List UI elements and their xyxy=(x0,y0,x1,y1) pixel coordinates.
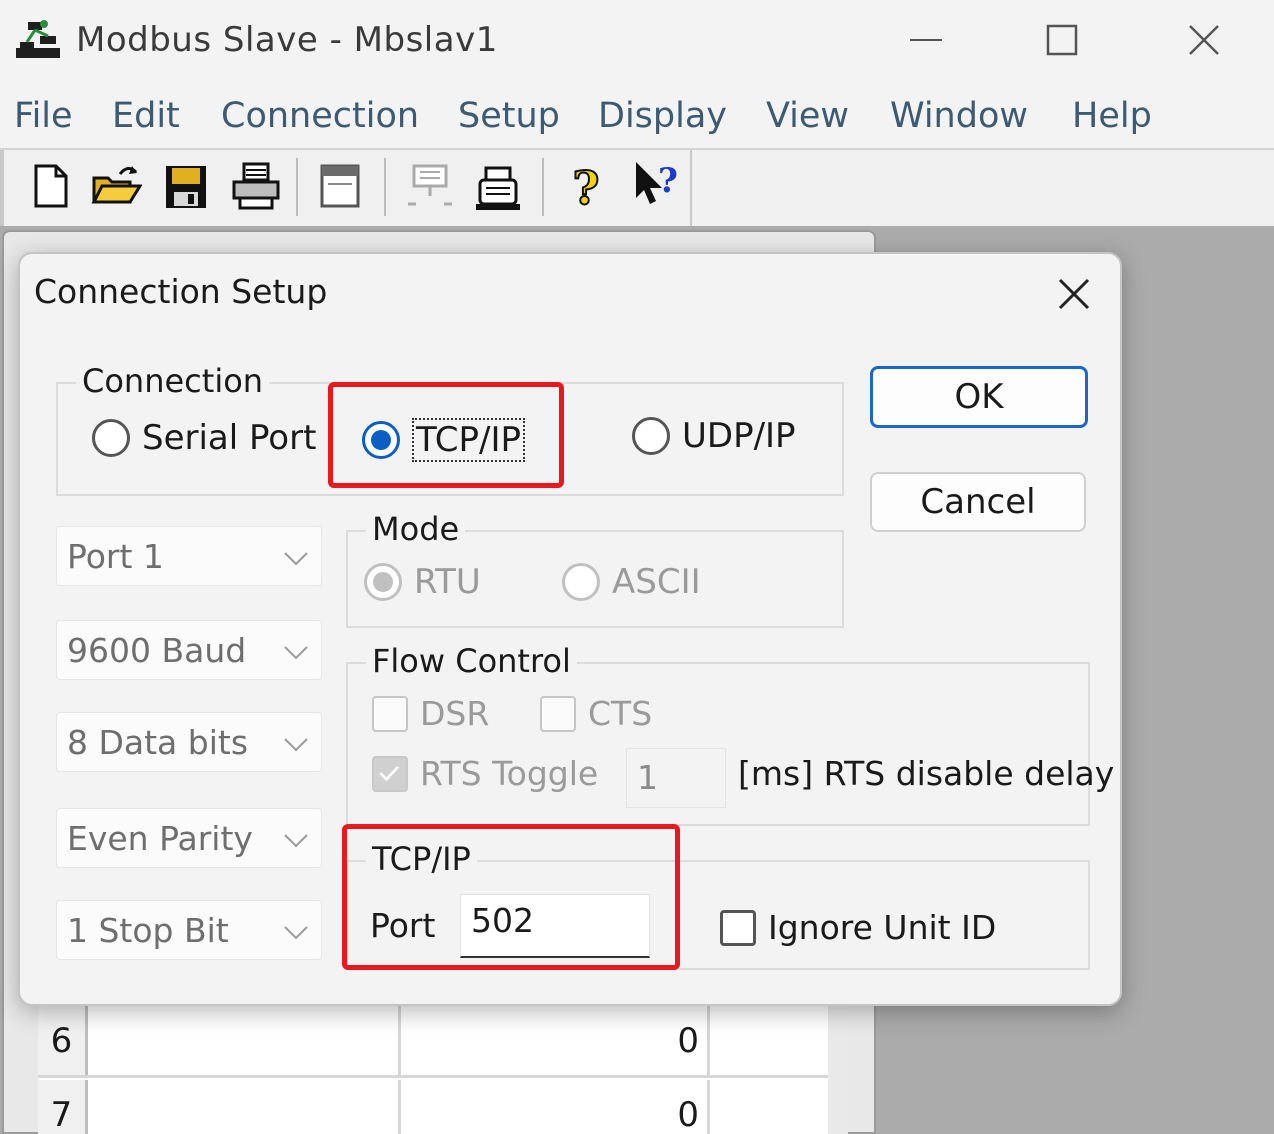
dialog-title: Connection Setup xyxy=(34,272,328,311)
checkbox-label: CTS xyxy=(588,694,653,733)
stop-bits-select[interactable]: 1 Stop Bit xyxy=(56,900,322,960)
new-document-icon[interactable] xyxy=(24,158,76,214)
checkbox-rts-toggle[interactable]: RTS Toggle xyxy=(372,754,598,793)
register-grid: 6 0 7 0 xyxy=(38,1006,848,1134)
menu-window[interactable]: Window xyxy=(890,96,1028,136)
checkbox-label: RTS Toggle xyxy=(420,754,599,793)
help-icon[interactable]: ? xyxy=(560,158,612,214)
radio-button[interactable] xyxy=(632,417,670,455)
table-row[interactable]: 6 0 xyxy=(38,1006,848,1078)
checkbox-cts[interactable]: CTS xyxy=(540,694,652,733)
menu-bar: File Edit Connection Setup Display View … xyxy=(0,84,1274,150)
checkbox-box[interactable] xyxy=(372,695,408,732)
flow-control-group-label: Flow Control xyxy=(366,642,577,680)
data-bits-select[interactable]: 8 Data bits xyxy=(56,712,322,772)
menu-edit[interactable]: Edit xyxy=(112,96,180,136)
row-index: 6 xyxy=(38,1006,88,1075)
menu-connection[interactable]: Connection xyxy=(221,96,419,136)
select-value: Port 1 xyxy=(67,537,164,576)
rts-delay-input[interactable]: 1 xyxy=(626,748,726,808)
radio-button[interactable] xyxy=(562,563,600,601)
radio-label: UDP/IP xyxy=(682,416,796,456)
radio-ascii[interactable]: ASCII xyxy=(562,562,701,602)
svg-text:?: ? xyxy=(573,161,600,214)
checkbox-label: DSR xyxy=(420,694,490,733)
checkbox-box[interactable] xyxy=(540,695,576,732)
menu-help[interactable]: Help xyxy=(1072,96,1152,136)
checkmark-icon xyxy=(379,765,399,781)
parity-select[interactable]: Even Parity xyxy=(56,808,322,868)
toolbar-separator xyxy=(296,158,298,216)
toolbar-separator xyxy=(542,158,544,216)
radio-button[interactable] xyxy=(92,419,130,457)
menu-display[interactable]: Display xyxy=(598,96,727,136)
connection-group-label: Connection xyxy=(76,362,270,400)
cancel-button[interactable]: Cancel xyxy=(870,472,1086,532)
row-index: 7 xyxy=(38,1080,88,1134)
highlight-tcp-ip-port xyxy=(342,824,680,970)
window-icon[interactable] xyxy=(314,158,366,214)
menu-view[interactable]: View xyxy=(766,96,849,136)
disconnect-icon[interactable] xyxy=(472,158,524,214)
highlight-tcp-ip-option xyxy=(328,382,564,488)
toolbar-strip: ? ? xyxy=(0,150,692,226)
select-value: 1 Stop Bit xyxy=(67,911,229,950)
radio-rtu[interactable]: RTU xyxy=(364,562,481,602)
minimize-icon[interactable] xyxy=(896,18,956,62)
row-value[interactable]: 0 xyxy=(398,1006,710,1075)
table-row[interactable]: 7 0 xyxy=(38,1080,848,1134)
mode-group-label: Mode xyxy=(366,510,466,548)
radio-label: Serial Port xyxy=(142,418,317,458)
close-icon[interactable] xyxy=(1174,18,1234,62)
radio-serial-port[interactable]: Serial Port xyxy=(92,418,316,458)
row-value[interactable]: 0 xyxy=(398,1080,710,1134)
connect-icon[interactable] xyxy=(404,158,456,214)
modbus-network-icon xyxy=(16,20,60,58)
radio-label: ASCII xyxy=(612,562,701,602)
chevron-down-icon xyxy=(284,738,308,752)
checkbox-ignore-unit-id[interactable]: Ignore Unit ID xyxy=(720,908,996,947)
menu-setup[interactable]: Setup xyxy=(458,96,560,136)
checkbox-dsr[interactable]: DSR xyxy=(372,694,489,733)
grid-scrollbar[interactable] xyxy=(828,1006,848,1134)
select-value: 9600 Baud xyxy=(67,631,247,670)
connection-setup-dialog: Connection Setup Connection Serial Port … xyxy=(18,252,1122,1006)
chevron-down-icon xyxy=(284,926,308,940)
toolbar-separator xyxy=(384,158,386,216)
context-help-icon[interactable]: ? xyxy=(630,158,682,214)
checkbox-box[interactable] xyxy=(720,909,756,946)
chevron-down-icon xyxy=(284,552,308,566)
radio-button[interactable] xyxy=(364,563,402,601)
chevron-down-icon xyxy=(284,834,308,848)
title-bar: Modbus Slave - Mbslav1 xyxy=(0,0,1274,84)
close-icon[interactable] xyxy=(1052,272,1096,316)
radio-udp-ip[interactable]: UDP/IP xyxy=(632,416,796,456)
radio-label: RTU xyxy=(414,562,481,602)
save-icon[interactable] xyxy=(160,158,212,214)
select-value: Even Parity xyxy=(67,819,253,858)
menu-file[interactable]: File xyxy=(14,96,73,136)
select-value: 8 Data bits xyxy=(67,723,249,762)
rts-delay-label: [ms] RTS disable delay xyxy=(738,754,1115,793)
baud-select[interactable]: 9600 Baud xyxy=(56,620,322,680)
maximize-icon[interactable] xyxy=(1032,18,1092,62)
port-select[interactable]: Port 1 xyxy=(56,526,322,586)
open-folder-icon[interactable] xyxy=(90,158,142,214)
checkbox-box[interactable] xyxy=(372,755,408,792)
ok-button[interactable]: OK xyxy=(870,366,1088,428)
print-icon[interactable] xyxy=(230,158,282,214)
chevron-down-icon xyxy=(284,646,308,660)
svg-text:?: ? xyxy=(658,161,678,201)
window-title: Modbus Slave - Mbslav1 xyxy=(76,20,498,60)
toolbar: ? ? xyxy=(0,150,1274,226)
checkbox-label: Ignore Unit ID xyxy=(768,908,997,947)
